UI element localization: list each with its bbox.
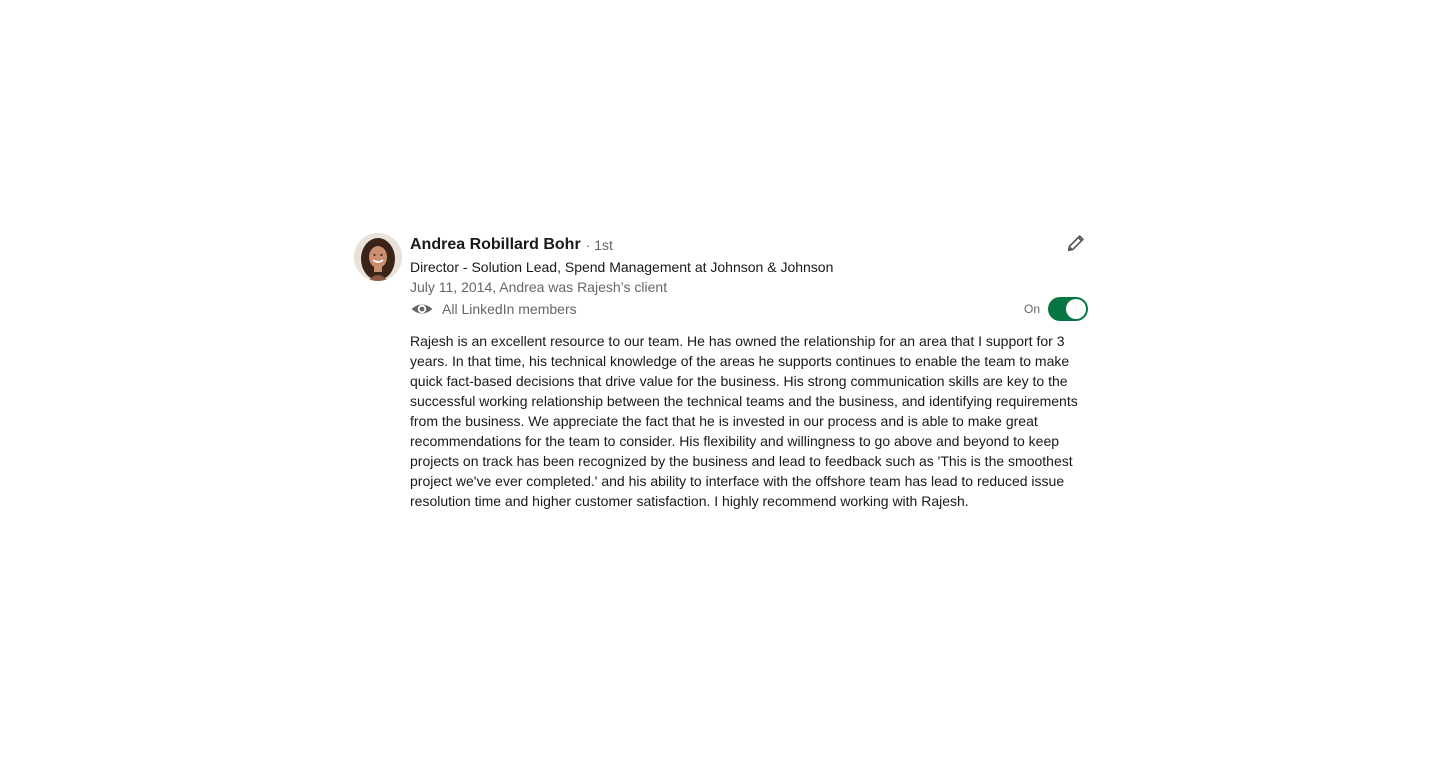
recommendation-text: Rajesh is an excellent resource to our t… (410, 333, 1078, 509)
name-row: Andrea Robillard Bohr · 1st (410, 233, 1088, 257)
toggle-knob (1066, 299, 1086, 319)
visibility-toggle-wrap: On (1024, 297, 1088, 321)
recommender-name[interactable]: Andrea Robillard Bohr (410, 236, 581, 254)
avatar[interactable] (354, 233, 402, 281)
visibility-label: All LinkedIn members (442, 301, 577, 317)
recommendation-content: Andrea Robillard Bohr · 1st Director - S… (410, 233, 1088, 511)
visibility-row: All LinkedIn members On (410, 297, 1088, 321)
relationship-date: July 11, 2014, Andrea was Rajesh’s clien… (410, 279, 668, 295)
edit-button[interactable] (1064, 233, 1088, 257)
toggle-label: On (1023, 302, 1040, 316)
eye-icon (410, 297, 434, 321)
connection-degree: · 1st (585, 237, 613, 253)
pencil-icon (1065, 232, 1087, 259)
recommender-headline: Director - Solution Lead, Spend Manageme… (410, 259, 834, 275)
visibility-toggle[interactable] (1048, 297, 1088, 321)
